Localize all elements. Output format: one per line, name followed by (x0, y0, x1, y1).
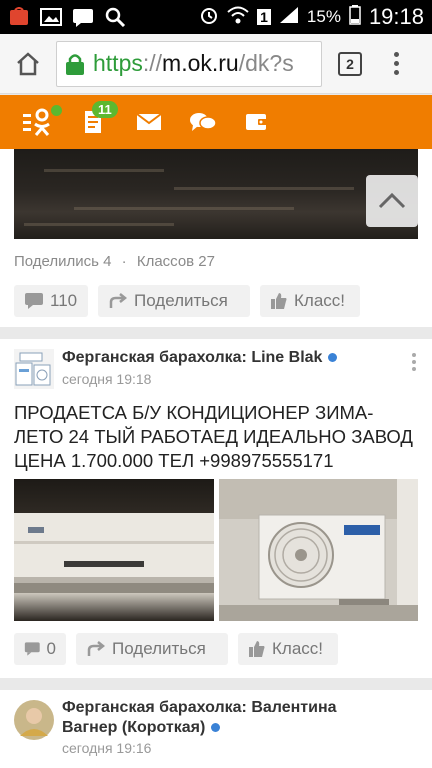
share-button[interactable]: Поделиться (98, 285, 250, 317)
discussions-icon (190, 113, 217, 131)
ok-logo-button[interactable] (14, 95, 68, 149)
share-label: Поделиться (112, 639, 206, 658)
signal-icon (279, 6, 299, 29)
home-button[interactable] (0, 34, 56, 94)
post-actions: 0 Поделиться Класс! (14, 633, 338, 665)
user-avatar[interactable] (14, 700, 54, 740)
search-notification-icon (104, 7, 126, 28)
online-status-dot (328, 353, 338, 363)
nav-discussions-button[interactable] (176, 95, 230, 149)
url-host: m.ok.ru (162, 50, 239, 76)
air-conditioner-indoor-photo (14, 513, 214, 593)
feed-post: Поделились 4 · Классов 27 110 Поделиться… (0, 149, 432, 327)
online-status-dot (211, 723, 221, 733)
tabs-button[interactable]: 2 (322, 51, 378, 76)
comment-icon (24, 642, 40, 656)
feed-post: Ферганская барахолка: Line Blak сегодня … (0, 339, 432, 678)
thumbs-up-icon (271, 293, 287, 309)
url-scheme: https (93, 50, 143, 76)
air-conditioner-outdoor-photo (219, 479, 418, 621)
clock: 19:18 (368, 4, 424, 29)
like-button[interactable]: Класс! (238, 633, 338, 665)
share-button[interactable]: Поделиться (76, 633, 228, 665)
author-name: Ферганская барахолка: Line Blak (62, 349, 323, 366)
home-icon (17, 51, 39, 75)
like-label: Класс! (272, 639, 323, 658)
tab-count: 2 (338, 51, 362, 76)
shares-count[interactable]: Поделились 4 (14, 253, 111, 270)
wifi-icon (227, 6, 249, 29)
battery-icon (349, 4, 361, 30)
notifications-badge: 11 (92, 101, 118, 118)
comment-count: 110 (50, 291, 78, 310)
browser-toolbar: https://m.ok.ru/dk?s 2 (0, 34, 432, 94)
comments-button[interactable]: 0 (14, 633, 66, 665)
online-indicator (51, 105, 62, 116)
like-button[interactable]: Класс! (260, 285, 360, 317)
group-avatar[interactable] (14, 349, 54, 389)
gallery-notification-icon (40, 7, 62, 27)
feed-post: Ферганская барахолка: Валентина Вагнер (… (0, 690, 432, 768)
status-bar: 1 15% 19:18 (0, 0, 432, 34)
comment-count: 0 (46, 639, 56, 658)
stats-separator: · (121, 253, 127, 270)
url-separator: :// (142, 50, 163, 76)
comment-icon (25, 293, 43, 309)
lock-icon (66, 53, 84, 75)
sim-icon: 1 (257, 9, 271, 25)
mail-icon (136, 113, 162, 130)
likes-count[interactable]: Классов 27 (137, 253, 215, 270)
post-photo[interactable] (14, 149, 418, 239)
post-time: сегодня 19:18 (62, 371, 152, 387)
comments-button[interactable]: 110 (14, 285, 88, 317)
nav-messages-button[interactable] (122, 95, 176, 149)
url-field[interactable]: https://m.ok.ru/dk?s (56, 40, 322, 87)
wallet-icon (246, 114, 268, 130)
scroll-to-top-button[interactable] (366, 175, 418, 227)
alarm-icon (199, 5, 219, 30)
post-image-1[interactable] (14, 479, 214, 621)
thumbs-up-icon (249, 641, 265, 657)
share-icon (87, 641, 106, 656)
chevron-up-icon (378, 192, 406, 209)
post-author[interactable]: Ферганская барахолка: Валентина Вагнер (… (62, 698, 337, 738)
share-icon (109, 293, 128, 308)
battery-percent: 15% (306, 7, 341, 26)
post-actions: 110 Поделиться Класс! (14, 285, 360, 317)
like-label: Класс! (294, 291, 345, 310)
feed[interactable]: Поделились 4 · Классов 27 110 Поделиться… (0, 149, 432, 768)
url-path: /dk?s (238, 50, 294, 76)
author-name-line-2: Вагнер (Короткая) (62, 719, 206, 736)
post-time: сегодня 19:16 (62, 740, 152, 756)
nav-feed-button[interactable]: 11 (68, 95, 122, 149)
post-menu-button[interactable] (412, 353, 418, 371)
post-author[interactable]: Ферганская барахолка: Line Blak (62, 349, 338, 367)
share-label: Поделиться (134, 291, 228, 310)
shop-notification-icon (8, 7, 30, 27)
ok-nav-bar: 11 (0, 95, 432, 149)
post-text: ПРОДАЕТСА Б/У КОНДИЦИОНЕР ЗИМА-ЛЕТО 24 Т… (14, 402, 413, 471)
browser-menu-button[interactable] (378, 52, 414, 75)
nav-payments-button[interactable] (230, 95, 284, 149)
author-name-line-1: Ферганская барахолка: Валентина (62, 699, 337, 716)
message-notification-icon (72, 7, 94, 27)
post-image-2[interactable] (219, 479, 418, 621)
post-stats: Поделились 4 · Классов 27 (14, 253, 215, 270)
